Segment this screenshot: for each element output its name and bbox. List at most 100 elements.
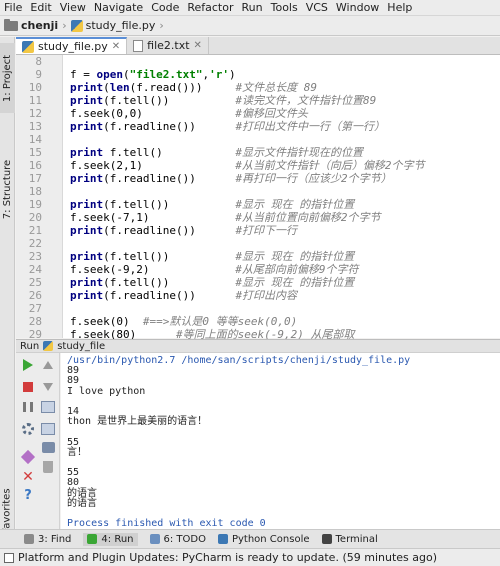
code-text: print(f.readline()): [70, 224, 196, 237]
settings-button[interactable]: [20, 421, 36, 437]
scroll-to-end-icon: [41, 423, 55, 435]
code-line[interactable]: print(f.tell()) #读完文件，文件指针位置89: [70, 94, 376, 107]
tool-structure-tab[interactable]: 7: Structure: [0, 149, 15, 229]
tab-study-file[interactable]: study_file.py ✕: [16, 37, 128, 54]
code-text: print(f.tell()): [70, 276, 170, 289]
breadcrumb-project[interactable]: chenji: [4, 18, 59, 32]
line-number: 13: [28, 120, 42, 133]
tool-window-label: 3: Find: [38, 533, 72, 545]
tool-window-terminal[interactable]: Terminal: [321, 534, 378, 545]
run-console[interactable]: /usr/bin/python2.7 /home/san/scripts/che…: [61, 353, 500, 529]
print-button[interactable]: [40, 439, 56, 455]
scroll-to-end-button[interactable]: [40, 421, 56, 437]
menu-view[interactable]: View: [56, 0, 90, 16]
run-panel-header: Run study_file: [16, 339, 500, 353]
code-text: print(f.readline()): [70, 120, 196, 133]
menu-run[interactable]: Run: [238, 0, 267, 16]
breadcrumb: chenji › study_file.py ›: [0, 16, 500, 36]
tool-window-label: Python Console: [231, 533, 310, 545]
code-text: f.seek(2,1): [70, 159, 143, 172]
tool-structure-label: 7: Structure: [2, 159, 13, 219]
code-line[interactable]: print(f.readline()) #打印下一行: [70, 224, 297, 237]
code-line[interactable]: f.seek(0) #==>默认是0 等等seek(0,0): [70, 315, 297, 328]
close-icon[interactable]: ✕: [112, 41, 120, 52]
menu-vcs[interactable]: VCS: [302, 0, 332, 16]
breadcrumb-file[interactable]: study_file.py: [70, 19, 156, 32]
code-line[interactable]: print f.tell() #显示文件指针现在的位置: [70, 146, 363, 159]
code-line[interactable]: f.seek(-7,1) #从当前位置向前偏移2个字节: [70, 211, 381, 224]
scroll-up-button[interactable]: [40, 357, 56, 373]
code-comment: #从当前位置向前偏移2个字节: [235, 211, 381, 224]
pause-button[interactable]: [20, 399, 36, 415]
code-comment: #偏移回文件头: [235, 107, 308, 120]
notification-icon[interactable]: [4, 552, 14, 563]
tool-window-python[interactable]: Python Console: [217, 533, 310, 545]
code-text: f.seek(-7,1): [70, 211, 150, 224]
menu-edit[interactable]: Edit: [26, 0, 55, 16]
console-output-line: I love python: [67, 385, 146, 397]
code-line[interactable]: print(f.tell()) #显示 现在 的指针位置: [70, 276, 354, 289]
line-number: 12: [28, 107, 42, 120]
close-run-button[interactable]: ✕: [20, 469, 36, 485]
code-text: print(f.tell()): [70, 94, 170, 107]
tool-window-search[interactable]: 3: Find: [24, 534, 71, 545]
code-line[interactable]: f.seek(0,0) #偏移回文件头: [70, 107, 308, 120]
tool-window-todo[interactable]: 6: TODO: [149, 533, 206, 545]
code-line[interactable]: print(f.readline()) #打印出内容: [70, 289, 297, 302]
pin-tab-button[interactable]: [20, 449, 36, 465]
text-file-icon: [133, 39, 144, 52]
menu-file[interactable]: File: [0, 0, 26, 16]
code-line[interactable]: print(f.readline()) #打印出文件中一行（第一行）: [70, 120, 385, 133]
code-line[interactable]: print(len(f.read())) #文件总长度 89: [70, 81, 317, 94]
code-line[interactable]: f.seek(2,1) #从当前文件指针（向后）偏移2个字节: [70, 159, 425, 172]
tab-file2[interactable]: file2.txt ✕: [127, 37, 209, 54]
tool-project-label: 1: Project: [2, 54, 13, 102]
menu-tools[interactable]: Tools: [267, 0, 302, 16]
menu-help[interactable]: Help: [383, 0, 416, 16]
pause-icon: [23, 402, 33, 412]
menu-code[interactable]: Code: [147, 0, 183, 16]
code-comment: #再打印一行（应该少2个字节）: [235, 172, 392, 185]
tool-project-tab[interactable]: 1: Project: [0, 43, 15, 113]
code-line[interactable]: print(f.readline()) #再打印一行（应该少2个字节）: [70, 172, 392, 185]
soft-wrap-button[interactable]: [40, 399, 56, 415]
menu-navigate[interactable]: Navigate: [90, 0, 147, 16]
line-number: 24: [28, 263, 42, 276]
rerun-button[interactable]: [20, 357, 36, 373]
run-toolbar: ✕ ?: [16, 353, 60, 529]
code-area[interactable]: f = open("file2.txt",'r') print(len(f.rea…: [70, 55, 498, 354]
help-button[interactable]: ?: [20, 487, 36, 503]
tool-window-run[interactable]: 4: Run: [83, 532, 138, 546]
python-file-icon: [22, 40, 34, 53]
line-number: 19: [28, 198, 42, 211]
code-line[interactable]: f = open("file2.txt",'r'): [70, 68, 236, 81]
close-icon[interactable]: ✕: [194, 40, 202, 51]
search-icon: [24, 534, 34, 544]
code-comment: #从当前文件指针（向后）偏移2个字节: [235, 159, 425, 172]
python-file-icon: [43, 341, 54, 351]
play-icon: [23, 359, 33, 371]
line-number: 15: [28, 146, 42, 159]
menu-window[interactable]: Window: [332, 0, 383, 16]
breadcrumb-file-label: study_file.py: [85, 19, 156, 32]
status-text: Platform and Plugin Updates: PyCharm is …: [18, 551, 437, 564]
tool-window-label: 6: TODO: [163, 533, 206, 545]
stop-button[interactable]: [20, 379, 36, 395]
code-line[interactable]: f.seek(-9,2) #从尾部向前偏移9个字符: [70, 263, 359, 276]
line-number: 16: [28, 159, 42, 172]
menu-refactor[interactable]: Refactor: [183, 0, 237, 16]
breadcrumb-project-label: chenji: [21, 19, 59, 32]
scroll-down-button[interactable]: [40, 379, 56, 395]
run-config-name[interactable]: study_file: [57, 341, 105, 352]
status-bar: Platform and Plugin Updates: PyCharm is …: [0, 548, 500, 566]
code-line[interactable]: print(f.tell()) #显示 现在 的指针位置: [70, 198, 354, 211]
console-output-line: thon 是世界上最美丽的语言！: [67, 416, 208, 428]
code-comment: #显示 现在 的指针位置: [235, 198, 355, 211]
printer-icon: [41, 441, 55, 453]
code-comment: #显示文件指针现在的位置: [235, 146, 363, 159]
clear-all-button[interactable]: [40, 459, 56, 475]
code-line[interactable]: print(f.tell()) #显示 现在 的指针位置: [70, 250, 354, 263]
code-comment: #打印出文件中一行（第一行）: [235, 120, 386, 133]
code-text: print(f.readline()): [70, 172, 196, 185]
code-editor[interactable]: 8 9 10 11 12 13 14 15 16 17 18 19 20 21 22 23 24 25 26 27 28…: [16, 55, 500, 354]
